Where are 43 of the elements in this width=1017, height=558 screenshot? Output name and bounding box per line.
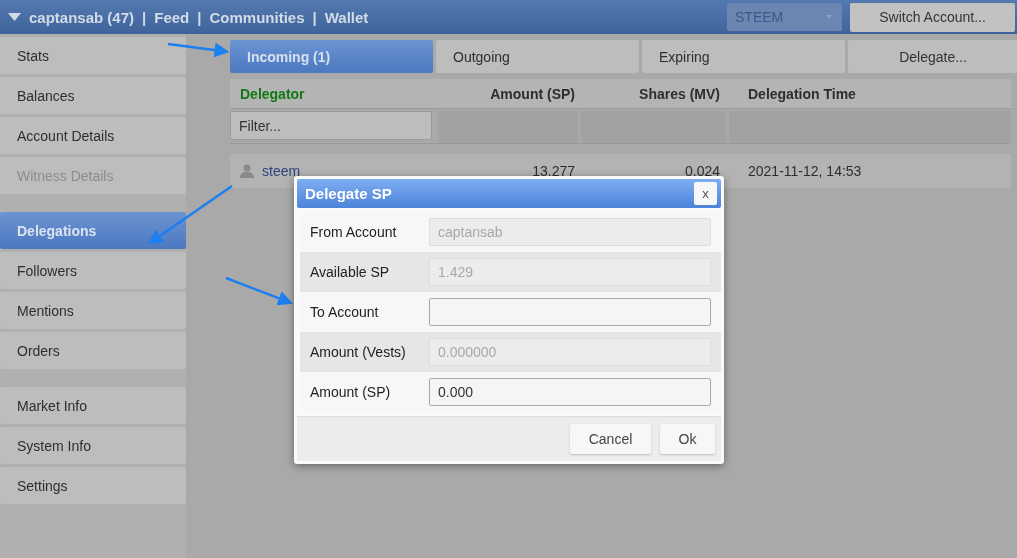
table-cell: 0.024 xyxy=(684,163,720,179)
sidebar-item[interactable]: Market Info xyxy=(0,387,186,424)
field-label: From Account xyxy=(310,224,398,240)
field-label: Amount (SP) xyxy=(310,384,392,400)
table-cell: 2021-11-12, 14:53 xyxy=(748,163,862,179)
input-field[interactable]: 0.000 xyxy=(429,378,711,406)
delegate-button[interactable]: Delegate... xyxy=(848,40,1017,73)
separator: | xyxy=(142,8,147,26)
column-header[interactable]: Delegation Time xyxy=(720,85,1011,102)
tab[interactable]: Outgoing xyxy=(436,40,639,73)
separator: | xyxy=(197,8,202,26)
delegator-link[interactable]: steem xyxy=(262,163,301,179)
nav-link[interactable]: Wallet xyxy=(324,8,369,26)
field-label: Available SP xyxy=(310,264,391,280)
user-icon xyxy=(240,164,254,178)
sidebar-item[interactable]: Settings xyxy=(0,467,186,504)
tab[interactable]: Expiring xyxy=(642,40,845,73)
input-field[interactable] xyxy=(429,298,711,326)
nav-link[interactable]: Communities xyxy=(209,8,305,26)
dialog-button[interactable]: Cancel xyxy=(570,424,651,454)
close-button[interactable]: x xyxy=(694,182,717,205)
field-label: Amount (Vests) xyxy=(310,344,407,360)
column-header[interactable]: Shares (MV) xyxy=(575,85,720,102)
sidebar-item[interactable]: Account Details xyxy=(0,117,186,154)
dialog-title: Delegate SP xyxy=(305,185,392,202)
caret-icon[interactable] xyxy=(8,13,21,21)
sidebar-item[interactable]: Orders xyxy=(0,332,186,369)
field-label: To Account xyxy=(310,304,380,320)
account-link[interactable]: captansab (47) xyxy=(29,8,135,26)
annotation-arrow xyxy=(225,276,293,306)
sidebar-item[interactable]: Followers xyxy=(0,252,186,289)
column-header[interactable]: Amount (SP) xyxy=(435,85,575,102)
switch-account-button[interactable]: Switch Account... xyxy=(850,2,1015,32)
nav-link[interactable]: Feed xyxy=(154,8,190,26)
sidebar-item[interactable]: Balances xyxy=(0,77,186,114)
filter-field[interactable]: Filter... xyxy=(230,111,432,140)
sidebar-item[interactable]: System Info xyxy=(0,427,186,464)
sidebar-item[interactable]: Stats xyxy=(0,37,186,74)
table-cell: 13.277 xyxy=(532,163,575,179)
sidebar-item[interactable]: Mentions xyxy=(0,292,186,329)
annotation-arrow xyxy=(167,42,230,58)
separator: | xyxy=(312,8,317,26)
dialog-button[interactable]: Ok xyxy=(660,424,715,454)
